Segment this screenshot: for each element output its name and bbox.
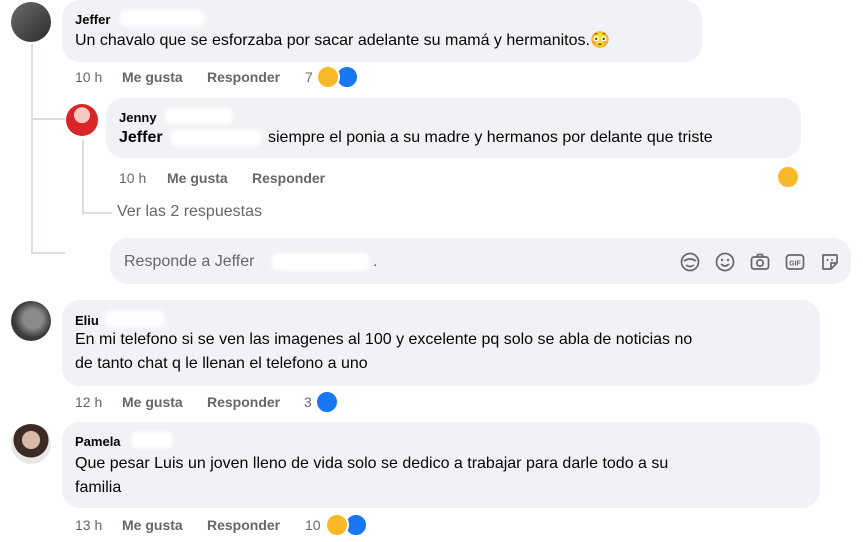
reaction-count[interactable]: 10 bbox=[305, 517, 321, 533]
comment-text: Un chavalo que se esforzaba por sacar ad… bbox=[75, 32, 610, 49]
avatar-emoji-icon[interactable] bbox=[679, 251, 701, 273]
comment-text-line2: de tanto chat q le llenan el telefono a … bbox=[75, 355, 368, 372]
redacted-name bbox=[272, 253, 370, 271]
sad-reaction-icon[interactable] bbox=[776, 165, 800, 189]
like-button[interactable]: Me gusta bbox=[122, 517, 183, 533]
redacted-name bbox=[120, 10, 205, 26]
like-button[interactable]: Me gusta bbox=[167, 170, 228, 186]
svg-text:GIF: GIF bbox=[789, 261, 801, 268]
mention-link[interactable]: Jeffer bbox=[119, 126, 163, 150]
redacted-name bbox=[170, 130, 262, 146]
smiley-icon[interactable] bbox=[714, 251, 736, 273]
like-button[interactable]: Me gusta bbox=[122, 394, 183, 410]
sad-reaction-icon bbox=[316, 65, 340, 89]
avatar[interactable] bbox=[66, 104, 98, 136]
thread-line-branch-input bbox=[31, 252, 65, 254]
sticker-icon[interactable] bbox=[819, 251, 841, 273]
reaction-count[interactable]: 3 bbox=[304, 394, 312, 410]
reply-input-placeholder: Responde a Jeffer bbox=[124, 253, 255, 270]
thread-line-main bbox=[31, 44, 33, 254]
reply-author[interactable]: Jenny bbox=[119, 110, 157, 125]
thread-line-branch-reply bbox=[31, 118, 65, 120]
comment-text-line1: Que pesar Luis un joven lleno de vida so… bbox=[75, 455, 669, 472]
gif-icon[interactable]: GIF bbox=[784, 251, 806, 273]
reply-text: siempre el ponia a su madre y hermanos p… bbox=[268, 129, 713, 146]
thread-line-sub-branch bbox=[82, 212, 112, 214]
redacted-name bbox=[131, 432, 173, 448]
comment-time[interactable]: 10 h bbox=[75, 69, 102, 85]
reply-button[interactable]: Responder bbox=[252, 170, 325, 186]
avatar[interactable] bbox=[11, 424, 51, 464]
thread-line-sub bbox=[82, 140, 84, 212]
like-button[interactable]: Me gusta bbox=[122, 69, 183, 85]
camera-icon[interactable] bbox=[749, 251, 771, 273]
reply-button[interactable]: Responder bbox=[207, 69, 280, 85]
reply-input-suffix: . bbox=[373, 253, 378, 270]
comment-time[interactable]: 12 h bbox=[75, 394, 102, 410]
avatar[interactable] bbox=[11, 301, 51, 341]
comment-text-line1: En mi telefono si se ven las imagenes al… bbox=[75, 331, 693, 348]
reply-button[interactable]: Responder bbox=[207, 394, 280, 410]
view-replies-link[interactable]: Ver las 2 respuestas bbox=[117, 203, 262, 221]
comment-time[interactable]: 13 h bbox=[75, 517, 102, 533]
sad-reaction-icon bbox=[325, 513, 349, 537]
comment-text-line2: familia bbox=[75, 479, 122, 496]
redacted-name bbox=[105, 311, 165, 327]
like-reaction-icon bbox=[315, 390, 339, 414]
avatar[interactable] bbox=[11, 2, 51, 42]
comment-author[interactable]: Pamela bbox=[75, 434, 121, 449]
reaction-count[interactable]: 7 bbox=[305, 69, 313, 85]
comment-author[interactable]: Jeffer bbox=[75, 12, 110, 27]
redacted-name bbox=[165, 108, 233, 124]
comment-author[interactable]: Eliu bbox=[75, 313, 99, 328]
reply-time[interactable]: 10 h bbox=[119, 170, 146, 186]
reply-button[interactable]: Responder bbox=[207, 517, 280, 533]
